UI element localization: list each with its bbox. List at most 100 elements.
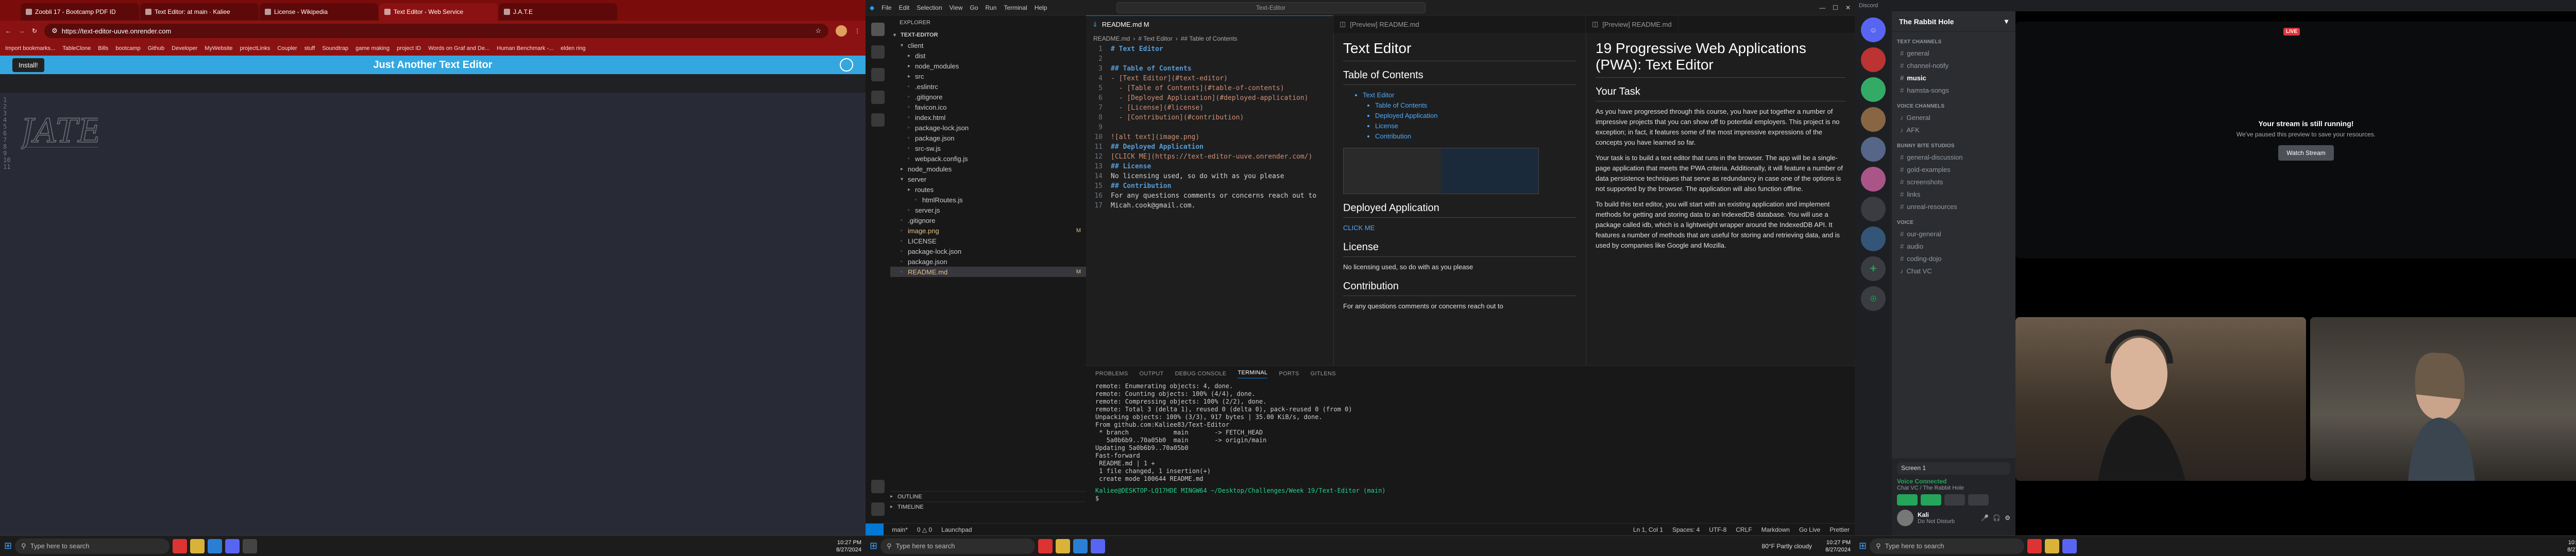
folder-item[interactable]: ▾ server [890,174,1086,184]
toc-link[interactable]: License [1375,121,1577,131]
folder-item[interactable]: ▾ client [890,40,1086,50]
file-item[interactable]: ▫ package.json [890,133,1086,143]
menu-item[interactable]: Run [985,4,996,11]
panel-tab[interactable]: GITLENS [1311,371,1336,377]
file-item[interactable]: ▫ README.md M [890,267,1086,277]
explorer-icon[interactable] [1056,538,1071,553]
menu-item[interactable]: Terminal [1004,4,1027,11]
bookmark-item[interactable]: Human Benchmark -... [497,45,553,51]
explore-icon[interactable]: ☉ [1861,286,1886,311]
channel-item[interactable]: # gold-examples [1892,163,2015,176]
terminal-output[interactable]: remote: Enumerating objects: 4, done. rem… [1086,381,1855,503]
click-me-link[interactable]: CLICK ME [1343,224,1375,232]
bookmark-item[interactable]: game making [355,45,389,51]
channel-category[interactable]: BUNNY BITE STUDIOS [1892,136,2015,151]
file-item[interactable]: ▫ package-lock.json [890,123,1086,133]
bookmark-item[interactable]: stuff [304,45,315,51]
code-pane[interactable]: README.md › # Text Editor › ## Table of Cont… [1086,33,1333,366]
clock[interactable]: 10:27 PM8/27/2024 [1825,539,1851,553]
browser-tab[interactable]: Text Editor - Web Service [379,3,498,21]
channel-item[interactable]: # hamsta-songs [1892,84,2015,96]
address-bar[interactable]: ⚙ https://text-editor-uuve.onrender.com … [44,24,828,38]
file-item[interactable]: ▫ image.png M [890,225,1086,236]
status-item[interactable]: Spaces: 4 [1672,526,1700,533]
status-item[interactable]: Ln 1, Col 1 [1633,526,1663,533]
weather[interactable]: 80°F Partly cloudy [1762,543,1812,550]
file-item[interactable]: ▫ .eslintrc [890,81,1086,92]
settings-gear-icon[interactable] [871,502,885,516]
channel-item[interactable]: ♪ Chat VC [1892,265,2015,277]
server-header[interactable]: The Rabbit Hole ▾ [1892,11,2015,32]
add-server-icon[interactable]: + [1861,256,1886,281]
minimize-icon[interactable]: — [1819,4,1825,11]
deafen-icon[interactable]: 🎧 [1993,514,2001,522]
clock[interactable]: 10:27 PM8/27/2024 [836,539,861,553]
explorer-icon[interactable] [871,23,885,36]
bookmark-item[interactable]: MyWebsite [205,45,232,51]
bookmark-item[interactable]: Github [148,45,164,51]
toc-link[interactable]: Text Editor [1363,90,1577,100]
file-item[interactable]: ▫ htmlRoutes.js [890,195,1086,205]
discord-home-icon[interactable]: ☺ [1861,18,1886,42]
breadcrumb-item[interactable]: # Text Editor [1138,35,1172,42]
server-icon[interactable] [1861,47,1886,72]
panel-tab[interactable]: TERMINAL [1238,370,1268,378]
panel-tab[interactable]: PROBLEMS [1095,371,1128,377]
browser-tab[interactable]: Text Editor: at main · Kaliee [140,3,259,21]
channel-item[interactable]: # channel-notify [1892,59,2015,72]
bookmark-item[interactable]: elden ring [561,45,585,51]
bookmark-item[interactable]: Soundtrap [322,45,348,51]
file-item[interactable]: ▫ .gitignore [890,215,1086,225]
mute-icon[interactable]: 🎤 [1981,514,1989,522]
terminal-icon[interactable] [243,538,258,553]
channel-category[interactable]: TEXT CHANNELS [1892,32,2015,47]
project-root[interactable]: ▾ TEXT-EDITOR [890,30,1086,40]
server-icon[interactable] [1861,227,1886,251]
bookmark-item[interactable]: projectLinks [240,45,270,51]
panel-tab[interactable]: DEBUG CONSOLE [1175,371,1227,377]
file-item[interactable]: ▫ index.html [890,112,1086,123]
taskbar-search[interactable]: ⚲ Type here to search [15,538,170,554]
file-item[interactable]: ▫ package.json [890,256,1086,267]
panel-tab[interactable]: OUTPUT [1140,371,1164,377]
extensions-icon[interactable] [871,113,885,127]
folder-item[interactable]: ▸ src [890,71,1086,81]
breadcrumb-item[interactable]: README.md [1093,35,1130,42]
menu-item[interactable]: File [882,4,891,11]
server-icon[interactable] [1861,137,1886,162]
channel-item[interactable]: ♪ General [1892,111,2015,124]
chrome-icon[interactable] [2027,538,2042,553]
bookmark-item[interactable]: Words on Graf and De... [428,45,489,51]
close-icon[interactable]: ✕ [1845,4,1851,11]
explorer-icon[interactable] [190,538,205,553]
chrome-icon[interactable] [173,538,188,553]
folder-item[interactable]: ▸ node_modules [890,61,1086,71]
vscode-icon[interactable] [208,538,223,553]
clock[interactable]: 10:27 PM8/27/2024 [2567,539,2576,553]
channel-item[interactable]: # audio [1892,240,2015,252]
webcam-tile-1[interactable] [2015,317,2306,481]
menu-item[interactable]: Help [1035,4,1047,11]
folder-item[interactable]: ▸ node_modules [890,164,1086,174]
reload-icon[interactable]: ↻ [32,27,37,34]
status-item[interactable]: Prettier [1829,526,1850,533]
install-button[interactable]: Install! [12,58,44,72]
browser-tab[interactable]: Zoobli 17 - Bootcamp PDF ID [21,3,139,21]
windows-start-icon[interactable]: ⊞ [870,541,877,551]
menu-item[interactable]: View [950,4,963,11]
file-item[interactable]: ▫ webpack.config.js [890,153,1086,164]
bookmark-item[interactable]: bootcamp [115,45,140,51]
toc-link[interactable]: Contribution [1375,131,1577,142]
channel-item[interactable]: # screenshots [1892,176,2015,188]
server-icon[interactable] [1861,107,1886,132]
forward-icon[interactable]: → [19,27,25,34]
explorer-icon[interactable] [2045,538,2060,553]
search-icon[interactable] [871,45,885,59]
server-icon[interactable] [1861,197,1886,221]
activity-button[interactable] [1944,494,1965,506]
remote-icon[interactable] [866,523,884,536]
site-info-icon[interactable]: ⚙ [52,27,58,35]
watch-stream-button[interactable]: Watch Stream [2278,145,2334,161]
bookmark-item[interactable]: TableClone [62,45,91,51]
menu-item[interactable]: Selection [917,4,942,11]
